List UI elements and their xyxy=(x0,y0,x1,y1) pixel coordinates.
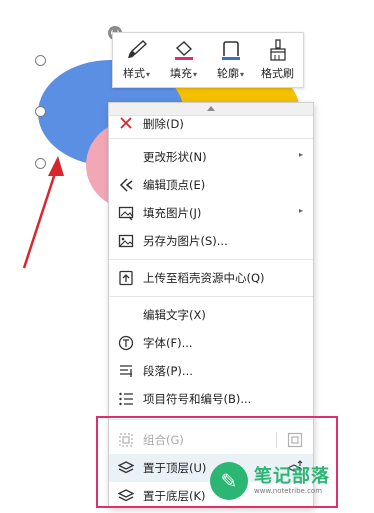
shape-format-toolbar: 样式▾ 填充▾ 轮廓▾ 格式刷 xyxy=(112,32,304,88)
edit-points-icon xyxy=(119,178,133,192)
menu-item-font[interactable]: 字体(F)... xyxy=(109,329,313,357)
menu-divider xyxy=(109,138,313,139)
brush-icon xyxy=(127,40,147,58)
menu-item-save-as-picture[interactable]: 另存为图片(S)... xyxy=(109,227,313,255)
outline-button[interactable]: 轮廓▾ xyxy=(207,33,254,87)
outline-label: 轮廓 xyxy=(216,67,239,80)
menu-item-fill-picture[interactable]: 填充图片(J) ▸ xyxy=(109,199,313,227)
fill-label: 填充 xyxy=(169,67,192,80)
caret-down-icon: ▾ xyxy=(145,70,150,79)
pen-icon: ✎ xyxy=(210,462,248,500)
picture-icon xyxy=(118,234,134,248)
menu-item-label: 另存为图片(S)... xyxy=(143,234,228,248)
menu-item-paragraph[interactable]: 段落(P)... xyxy=(109,357,313,385)
format-painter-label: 格式刷 xyxy=(261,67,294,80)
menu-item-label: 删除(D) xyxy=(143,117,184,131)
style-label: 样式 xyxy=(122,67,145,80)
fill-picture-icon xyxy=(118,206,134,221)
submenu-arrow-icon: ▸ xyxy=(298,150,303,159)
menu-divider xyxy=(109,259,313,260)
menu-item-label: 上传至稻壳资源中心(Q) xyxy=(143,271,265,285)
font-icon xyxy=(118,335,134,351)
upload-icon xyxy=(119,270,133,286)
menu-item-edit-text[interactable]: 编辑文字(X) xyxy=(109,301,313,329)
format-painter-button[interactable]: 格式刷 xyxy=(254,33,301,87)
menu-item-label: 字体(F)... xyxy=(143,336,193,350)
caret-down-icon: ▾ xyxy=(192,70,197,79)
menu-item-delete[interactable]: 删除(D) xyxy=(109,114,313,134)
watermark-url: www.notetribe.com xyxy=(254,486,323,495)
menu-item-label: 编辑顶点(E) xyxy=(143,178,206,192)
paint-bucket-icon xyxy=(174,41,193,60)
watermark-title: 笔记部落 xyxy=(254,465,330,487)
caret-down-icon: ▾ xyxy=(239,70,244,79)
menu-item-upload[interactable]: 上传至稻壳资源中心(Q) xyxy=(109,264,313,292)
menu-item-label: 更改形状(N) xyxy=(143,150,207,164)
menu-item-label: 段落(P)... xyxy=(143,364,193,378)
style-button[interactable]: 样式▾ xyxy=(113,33,160,87)
menu-item-edit-points[interactable]: 编辑顶点(E) xyxy=(109,171,313,199)
watermark-logo: ✎ 笔记部落 www.notetribe.com xyxy=(210,458,370,504)
format-painter-icon xyxy=(269,39,286,61)
menu-item-label: 项目符号和编号(B)... xyxy=(143,392,252,406)
menu-divider xyxy=(109,296,313,297)
menu-item-bullets[interactable]: 项目符号和编号(B)... xyxy=(109,385,313,413)
bullet-list-icon xyxy=(119,392,133,406)
menu-item-label: 填充图片(J) xyxy=(143,206,202,220)
menu-item-label: 编辑文字(X) xyxy=(143,308,206,322)
delete-x-icon xyxy=(120,117,132,129)
submenu-arrow-icon: ▸ xyxy=(298,206,303,215)
fill-button[interactable]: 填充▾ xyxy=(160,33,207,87)
paragraph-icon xyxy=(120,365,132,377)
outline-icon xyxy=(221,41,240,60)
slide-canvas: 样式▾ 填充▾ 轮廓▾ 格式刷 删除(D) 更改形状(N) ▸ 编辑顶点(E) … xyxy=(0,0,374,513)
menu-item-change-shape[interactable]: 更改形状(N) ▸ xyxy=(109,143,313,171)
